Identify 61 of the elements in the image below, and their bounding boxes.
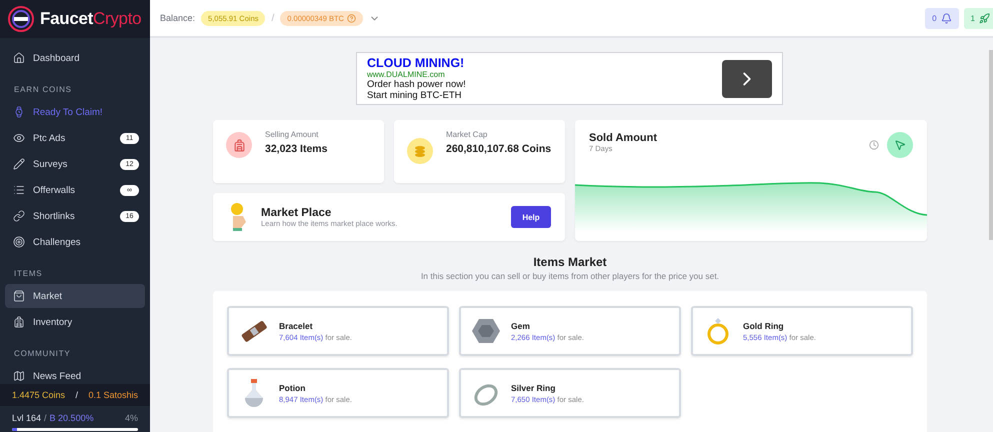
logo-text: FaucetCrypto (40, 9, 142, 29)
rocket-icon (979, 12, 990, 24)
scrollbar[interactable] (989, 50, 993, 240)
item-name: Gem (511, 320, 531, 330)
backpack-icon (232, 138, 246, 152)
logo-icon (7, 5, 35, 33)
item-name: Silver Ring (511, 382, 556, 392)
notifications-button[interactable]: 0 (925, 8, 959, 28)
sidebar-item[interactable]: Inventory (5, 310, 145, 334)
ad-title: CLOUD MINING! (367, 56, 466, 70)
nav-icon (13, 236, 25, 248)
ad-url[interactable]: www.DUALMINE.com (367, 70, 722, 79)
progress-percent: 4% (124, 413, 138, 423)
coin-hand-icon (229, 202, 249, 232)
stat-label: Selling Amount (265, 130, 320, 139)
sidebar-item[interactable]: News Feed (5, 364, 145, 384)
nav-icon (13, 132, 25, 144)
nav-icon (13, 106, 25, 118)
item-name: Bracelet (279, 320, 314, 330)
section-heading: ITEMS (13, 268, 44, 280)
section-subtitle: In this section you can sell or buy items from other players for the price you set. (420, 271, 720, 281)
advertisement[interactable]: CLOUD MINING! www.DUALMINE.com Order hash power now! Start mining BTC-ETH (356, 52, 783, 105)
clock-icon (869, 140, 879, 150)
bell-icon (940, 12, 952, 24)
separator: / (76, 390, 78, 400)
separator: / (44, 413, 47, 423)
card-title: Sold Amount (589, 132, 658, 144)
nav-icon (13, 210, 25, 222)
gem-icon (471, 316, 501, 346)
coins-icon (413, 144, 427, 158)
help-icon[interactable] (346, 14, 356, 22)
separator: / (271, 12, 274, 24)
sidebar-item[interactable]: Ready To Claim! (5, 100, 145, 124)
item-name: Potion (279, 382, 306, 392)
satoshis-balance: 0.1 Satoshis (88, 390, 138, 400)
nav-icon (13, 52, 25, 64)
sidebar-item[interactable]: Market (5, 284, 145, 308)
ad-text: Start mining BTC-ETH (367, 90, 462, 101)
level-text: Lvl 164 (12, 413, 42, 423)
nav-icon (13, 290, 25, 302)
help-button[interactable]: Help (511, 206, 551, 228)
nav-icon (13, 158, 25, 170)
market-place-title: Market Place (261, 206, 332, 218)
sidebar-item[interactable]: Challenges (5, 230, 145, 254)
ad-text: Order hash power now! (367, 79, 467, 90)
nav-icon (13, 370, 25, 382)
item-name: Gold Ring (743, 320, 785, 330)
stat-value: 32,023 Items (265, 142, 328, 157)
section-heading: COMMUNITY (13, 348, 72, 360)
section-title: Items Market (532, 255, 608, 269)
stat-value: 260,810,107.68 Coins (446, 142, 552, 157)
pointer-icon (894, 139, 906, 151)
nav-icon (13, 316, 25, 328)
balance-label: Balance: (160, 13, 196, 23)
ad-next-button[interactable] (722, 60, 772, 98)
pointer-button[interactable] (887, 132, 913, 158)
boost-text: B 20.500% (50, 413, 94, 423)
coins-balance: 1.4475 Coins (12, 390, 66, 400)
sidebar-item[interactable]: Dashboard (5, 46, 145, 70)
stat-label: Market Cap (446, 130, 488, 139)
section-heading: EARN COINS (13, 84, 73, 96)
